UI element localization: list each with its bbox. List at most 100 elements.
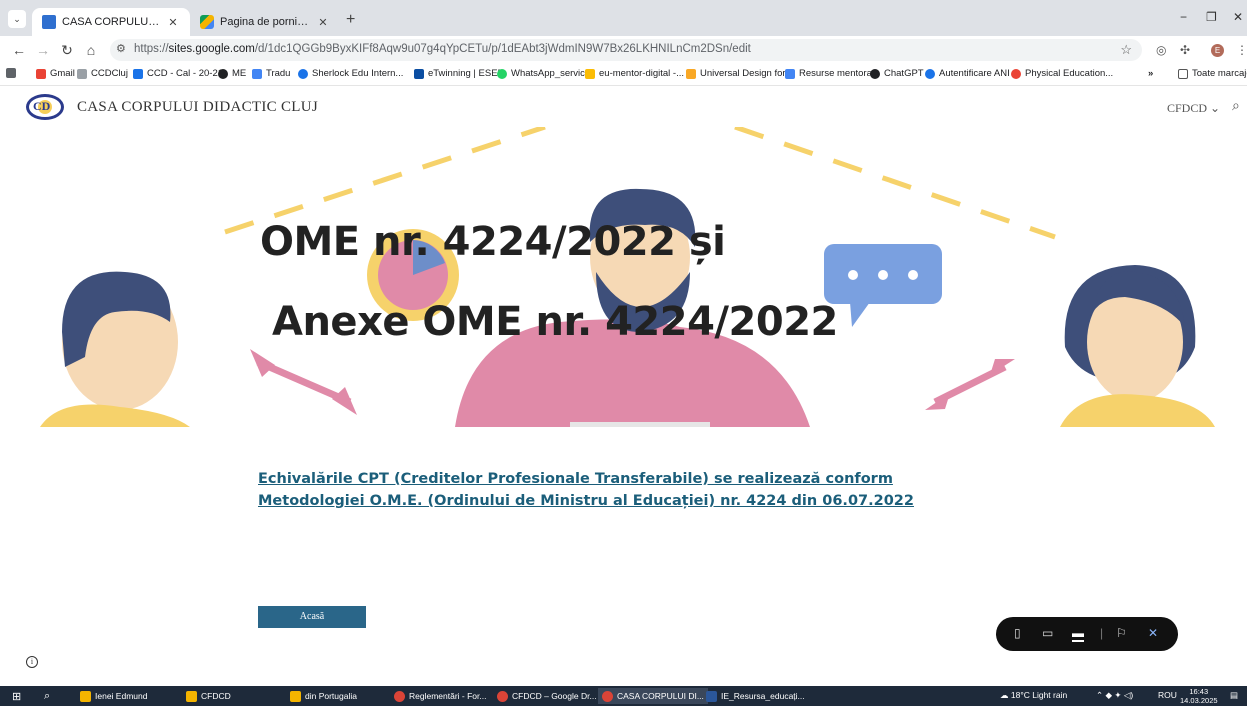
sites-icon [42,15,56,29]
bookmark-universal-design[interactable]: Universal Design for... [686,68,793,79]
tab-google-drive[interactable]: Pagina de pornire – Google Drive ✕ [190,8,340,36]
folder-icon [186,690,197,702]
info-icon[interactable]: i [26,656,38,668]
tab-title: CASA CORPULUI DIDACTIC CLUJ [62,16,160,28]
site-info-icon[interactable]: ⚙ [116,42,126,55]
tab-search-icon[interactable]: ⌄ [8,10,26,28]
home-button[interactable]: Acasă [258,606,366,628]
taskbar-item[interactable]: Ienei Edmund [80,689,147,703]
word-icon [706,690,717,702]
bookmark-ccd-cal[interactable]: CCD - Cal - 20-21 [133,68,223,79]
close-tab-icon[interactable]: ✕ [316,16,330,29]
chrome-icon [497,690,508,702]
bookmarks-bar: Gmail CCDCluj CCD - Cal - 20-21 ME Tradu… [0,64,1247,86]
divider: | [1100,626,1104,640]
methodology-link[interactable]: Echivalările CPT (Creditelor Profesional… [258,468,998,512]
clock[interactable]: 16:43 14.03.2025 [1180,687,1218,705]
taskbar-item[interactable]: Reglementări - For... [394,689,486,703]
more-bookmarks-icon[interactable]: » [1148,68,1153,79]
folder-icon [290,690,301,702]
taskbar-item[interactable]: IE_Resursa_educați... [706,689,805,703]
taskbar-item[interactable]: din Portugalia [290,689,357,703]
bookmark-physical-education[interactable]: Physical Education... [1011,68,1113,79]
bookmark-chatgpt[interactable]: ChatGPT [870,68,924,79]
start-button[interactable]: ⊞ [12,689,21,703]
feedback-icon[interactable]: ⚐ [1116,626,1127,640]
close-tab-icon[interactable]: ✕ [166,16,180,29]
hero-heading-line1: OME nr. 4224/2022 și [260,219,726,265]
bookmark-eu-mentor[interactable]: eu-mentor-digital -... [585,68,684,79]
tablet-preview-icon[interactable]: ▭ [1042,626,1053,640]
site-logo[interactable]: CD [26,94,64,120]
gmail-icon [36,68,46,79]
device-preview-bar: ▯ ▭ ▬ | ⚐ ✕ [996,617,1178,651]
whatsapp-icon [497,68,507,79]
tray-icons[interactable]: ⌃ ◆ ✦ ◁) [1096,690,1133,701]
weather-widget[interactable]: ☁ 18°C Light rain [1000,690,1067,701]
new-tab-button[interactable]: + [346,12,355,28]
bookmark-gmail[interactable]: Gmail [36,68,75,79]
taskbar-item[interactable]: CFDCD [186,689,231,703]
google-icon [1011,68,1021,79]
desktop-preview-icon[interactable]: ▬ [1072,626,1084,642]
language-indicator[interactable]: ROU [1158,690,1177,700]
taskbar-item-active[interactable]: CASA CORPULUI DI... [598,688,708,704]
site-header: CD CASA CORPULUI DIDACTIC CLUJ CFDCD ⌄ ⌕ [0,87,1247,127]
udl-icon [686,68,696,79]
hero-illustration [40,127,1215,427]
weather-cloud-icon: ☁ [1000,690,1009,700]
hero-banner: OME nr. 4224/2022 și Anexe OME nr. 4224/… [0,127,1247,427]
search-icon[interactable]: ⌕ [44,689,50,703]
bookmark-star-icon[interactable]: ☆ [1120,42,1132,58]
search-icon[interactable]: ⌕ [1232,97,1240,114]
folder-icon [80,690,91,702]
hero-heading-line2: Anexe OME nr. 4224/2022 [272,299,838,345]
bookmark-resurse-mentorat[interactable]: Resurse mentorat [785,68,875,79]
home-icon[interactable]: ⌂ [82,41,100,59]
phone-preview-icon[interactable]: ▯ [1014,626,1021,640]
close-preview-icon[interactable]: ✕ [1148,626,1158,640]
calendar-icon [133,68,143,79]
bookmark-whatsapp[interactable]: WhatsApp_serviciu [497,68,592,79]
sherlock-icon [298,68,308,79]
taskbar: ⊞ ⌕ Ienei Edmund CFDCD din Portugalia Re… [0,686,1247,706]
back-icon[interactable]: ← [10,41,28,59]
ani-icon [925,68,935,79]
nav-cfdcd-dropdown[interactable]: CFDCD ⌄ [1167,101,1220,116]
bookmark-ccdcluj[interactable]: CCDCluj [77,68,128,79]
chrome-icon [394,690,405,702]
bookmark-tradu[interactable]: Tradu [252,68,290,79]
bookmark-me[interactable]: ME [218,68,246,79]
forward-icon[interactable]: → [34,41,52,59]
bookmark-ani[interactable]: Autentificare ANI [925,68,1010,79]
taskbar-item[interactable]: CFDCD – Google Dr... [497,689,597,703]
address-bar[interactable]: ⚙ https://sites.google.com/d/1dc1QGGb9By… [110,39,1142,61]
tab-casa-corpului[interactable]: CASA CORPULUI DIDACTIC CLUJ ✕ [32,8,190,36]
screenshot-icon[interactable]: ◎ [1156,43,1166,57]
globe-icon [218,68,228,79]
docs-icon [785,68,795,79]
bookmark-etwinning[interactable]: eTwinning | ESEP [414,68,504,79]
reload-icon[interactable]: ↻ [58,41,76,59]
ccd-icon [77,68,87,79]
minimize-icon[interactable]: − [1180,10,1187,24]
menu-kebab-icon[interactable]: ⋮ [1236,43,1247,57]
tab-title: Pagina de pornire – Google Drive [220,16,310,28]
site-title[interactable]: CASA CORPULUI DIDACTIC CLUJ [77,99,318,116]
apps-icon[interactable] [6,68,16,78]
drive-icon [200,15,214,29]
browser-toolbar: ← → ↻ ⌂ ⚙ https://sites.google.com/d/1dc… [0,36,1247,64]
extensions-icon[interactable]: ✣ [1180,43,1190,57]
etwinning-icon [414,68,424,79]
translate-icon [252,68,262,79]
chatgpt-icon [870,68,880,79]
all-bookmarks-folder[interactable]: Toate marcajele [1178,68,1247,79]
bookmark-sherlock[interactable]: Sherlock Edu Intern... [298,68,403,79]
notifications-icon[interactable]: ▤ [1230,690,1238,701]
tab-strip: ⌄ CASA CORPULUI DIDACTIC CLUJ ✕ Pagina d… [0,0,1247,36]
url-text: https://sites.google.com/d/1dc1QGGb9ByxK… [134,43,751,55]
chrome-icon [602,690,613,702]
profile-avatar[interactable]: E [1211,44,1224,57]
restore-icon[interactable]: ❐ [1206,10,1217,24]
close-window-icon[interactable]: ✕ [1233,10,1243,24]
